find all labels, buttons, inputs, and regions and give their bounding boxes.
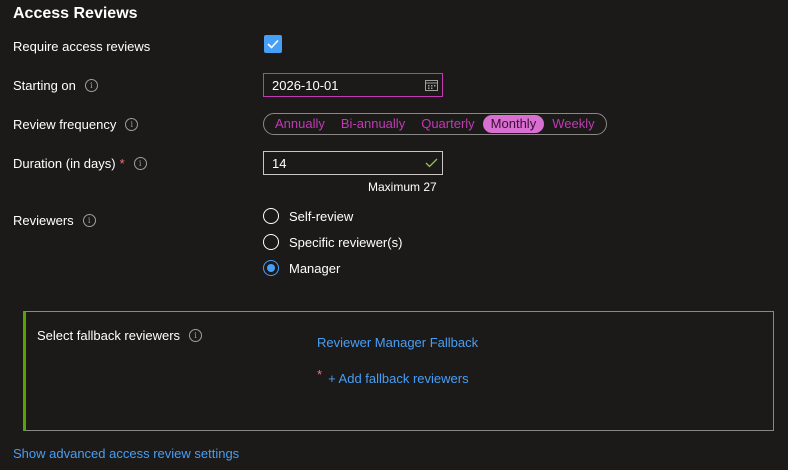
review-frequency-selector: Annually Bi-annually Quarterly Monthly W… — [263, 113, 607, 135]
section-title: Access Reviews — [13, 5, 138, 22]
reviewers-text: Reviewers — [13, 213, 74, 228]
info-icon[interactable]: i — [189, 329, 203, 342]
info-icon[interactable]: i — [125, 118, 139, 131]
checkmark-icon — [267, 39, 279, 49]
radio-circle — [263, 234, 279, 250]
duration-text: Duration (in days) — [13, 156, 116, 171]
fallback-reviewers-section: Select fallback reviewers i Reviewer Man… — [23, 311, 774, 431]
frequency-option-bi-annually[interactable]: Bi-annually — [333, 115, 413, 133]
add-fallback-reviewers-link[interactable]: + Add fallback reviewers — [328, 371, 469, 386]
duration-hint: Maximum 27 — [368, 180, 437, 194]
required-marker: * — [317, 367, 323, 382]
review-frequency-text: Review frequency — [13, 117, 117, 132]
info-icon[interactable]: i — [84, 79, 98, 92]
reviewer-option-self-review[interactable]: Self-review — [263, 208, 353, 224]
radio-circle — [263, 260, 279, 276]
reviewer-option-label: Self-review — [289, 208, 354, 224]
access-reviews-panel: Access Reviews Require access reviews St… — [0, 0, 788, 470]
frequency-option-monthly[interactable]: Monthly — [482, 115, 545, 133]
manager-fallback-link[interactable]: Reviewer Manager Fallback — [317, 335, 478, 350]
reviewers-label: Reviewers i — [13, 213, 96, 228]
calendar-icon[interactable] — [420, 79, 442, 91]
radio-selected-dot — [267, 264, 275, 272]
fallback-label: Select fallback reviewers i — [37, 328, 203, 343]
reviewer-option-label: Manager — [289, 260, 341, 276]
frequency-option-weekly[interactable]: Weekly — [544, 115, 602, 133]
reviewer-option-specific[interactable]: Specific reviewer(s) — [263, 234, 402, 250]
add-fallback-row: * + Add fallback reviewers — [317, 367, 469, 386]
require-reviews-text: Require access reviews — [13, 39, 151, 54]
frequency-option-quarterly[interactable]: Quarterly — [413, 115, 482, 133]
start-date-field[interactable]: 2026-10-01 — [263, 73, 443, 97]
info-icon[interactable]: i — [133, 157, 147, 170]
start-date-value: 2026-10-01 — [272, 77, 339, 93]
info-icon[interactable]: i — [82, 214, 96, 227]
duration-value: 14 — [272, 155, 287, 171]
required-marker: * — [119, 156, 125, 171]
require-reviews-label: Require access reviews — [13, 39, 150, 54]
reviewer-option-label: Specific reviewer(s) — [289, 234, 403, 250]
starting-on-label: Starting on i — [13, 78, 98, 93]
starting-on-text: Starting on — [13, 78, 76, 93]
show-advanced-settings-link[interactable]: Show advanced access review settings — [13, 446, 239, 461]
review-frequency-label: Review frequency i — [13, 117, 139, 132]
require-reviews-checkbox[interactable] — [264, 35, 282, 53]
valid-check-icon — [420, 158, 442, 168]
duration-label: Duration (in days) * i — [13, 156, 147, 171]
duration-field[interactable]: 14 — [263, 151, 443, 175]
fallback-label-text: Select fallback reviewers — [37, 328, 181, 343]
frequency-option-annually[interactable]: Annually — [267, 115, 333, 133]
radio-circle — [263, 208, 279, 224]
reviewer-option-manager[interactable]: Manager — [263, 260, 340, 276]
